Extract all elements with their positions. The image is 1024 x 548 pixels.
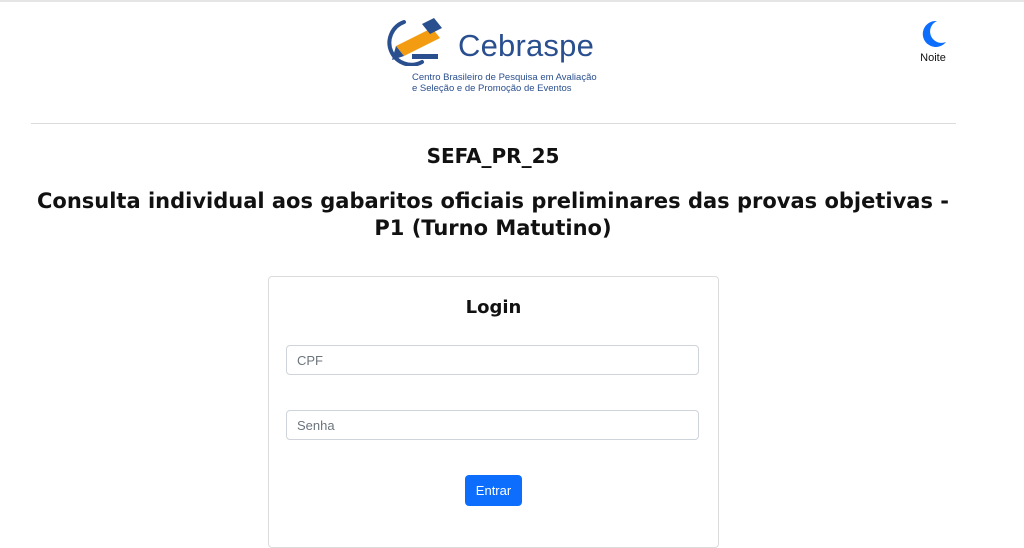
brand-subtitle-line1: Centro Brasileiro de Pesquisa em Avaliaç… [412,72,597,83]
login-card: Login Entrar [268,276,719,548]
cebraspe-logo-mark-icon [387,18,442,66]
theme-toggle-button[interactable]: Noite [910,18,956,68]
cpf-input[interactable] [286,345,699,375]
cebraspe-logo[interactable]: Cebraspe Centro Brasileiro de Pesquisa e… [382,16,622,100]
page-title: Consulta individual aos gabaritos oficia… [36,189,949,240]
entrar-button[interactable]: Entrar [465,475,522,506]
header-divider [31,123,956,124]
theme-toggle-label: Noite [920,52,946,64]
header: Cebraspe Centro Brasileiro de Pesquisa e… [0,0,1024,124]
brand-name: Cebraspe [458,28,595,63]
brand-subtitle-line2: e Seleção e de Promoção de Eventos [412,83,572,94]
senha-input[interactable] [286,410,699,440]
brand-subtitle: Centro Brasileiro de Pesquisa em Avaliaç… [412,72,597,94]
moon-icon [922,20,946,47]
login-heading: Login [465,297,522,318]
exam-code: SEFA_PR_25 [426,144,560,168]
